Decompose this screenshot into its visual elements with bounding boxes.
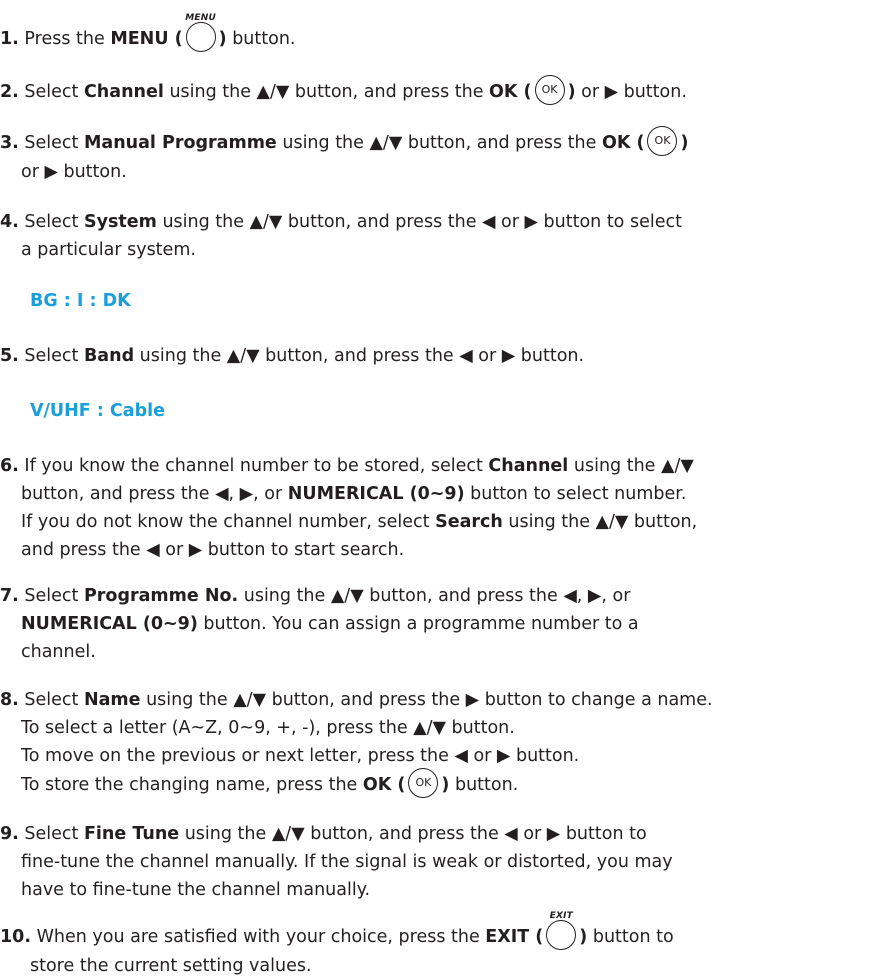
step-number: 9. bbox=[0, 824, 19, 844]
step-number: 3. bbox=[0, 133, 19, 153]
step-number: 8. bbox=[0, 690, 19, 710]
step-9: 9. Select Fine Tune using the ▲/▼ button… bbox=[0, 820, 895, 904]
ok-button-icon: OK bbox=[534, 75, 565, 105]
step-8: 8. Select Name using the ▲/▼ button, and… bbox=[0, 686, 895, 800]
step-7: 7. Select Programme No. using the ▲/▼ bu… bbox=[0, 582, 895, 666]
step-2: 2. Select Channel using the ▲/▼ button, … bbox=[0, 75, 895, 107]
step-3: 3. Select Manual Programme using the ▲/▼… bbox=[0, 126, 895, 186]
step-number: 2. bbox=[0, 82, 19, 102]
ok-button-icon: OK bbox=[408, 768, 439, 798]
step-number: 5. bbox=[0, 346, 19, 366]
band-options-value: V/UHF : Cable bbox=[30, 401, 165, 421]
step-number: 6. bbox=[0, 456, 19, 476]
step-number: 7. bbox=[0, 586, 19, 606]
step-number: 4. bbox=[0, 212, 19, 232]
menu-button-icon: MENU bbox=[183, 13, 219, 54]
exit-button-icon: EXIT bbox=[543, 911, 579, 952]
step-5: 5. Select Band using the ▲/▼ button, and… bbox=[0, 342, 895, 370]
step-10: 10. When you are satisfied with your cho… bbox=[0, 911, 674, 976]
step-4: 4. Select System using the ▲/▼ button, a… bbox=[0, 208, 895, 264]
step-6: 6. If you know the channel number to be … bbox=[0, 452, 895, 564]
step-number: 1. bbox=[0, 29, 19, 49]
step-number: 10. bbox=[0, 927, 32, 947]
system-options-value: BG : I : DK bbox=[30, 291, 131, 311]
step-1: 1. Press the MENU (MENU) button. bbox=[0, 13, 895, 54]
ok-button-icon: OK bbox=[647, 126, 678, 156]
